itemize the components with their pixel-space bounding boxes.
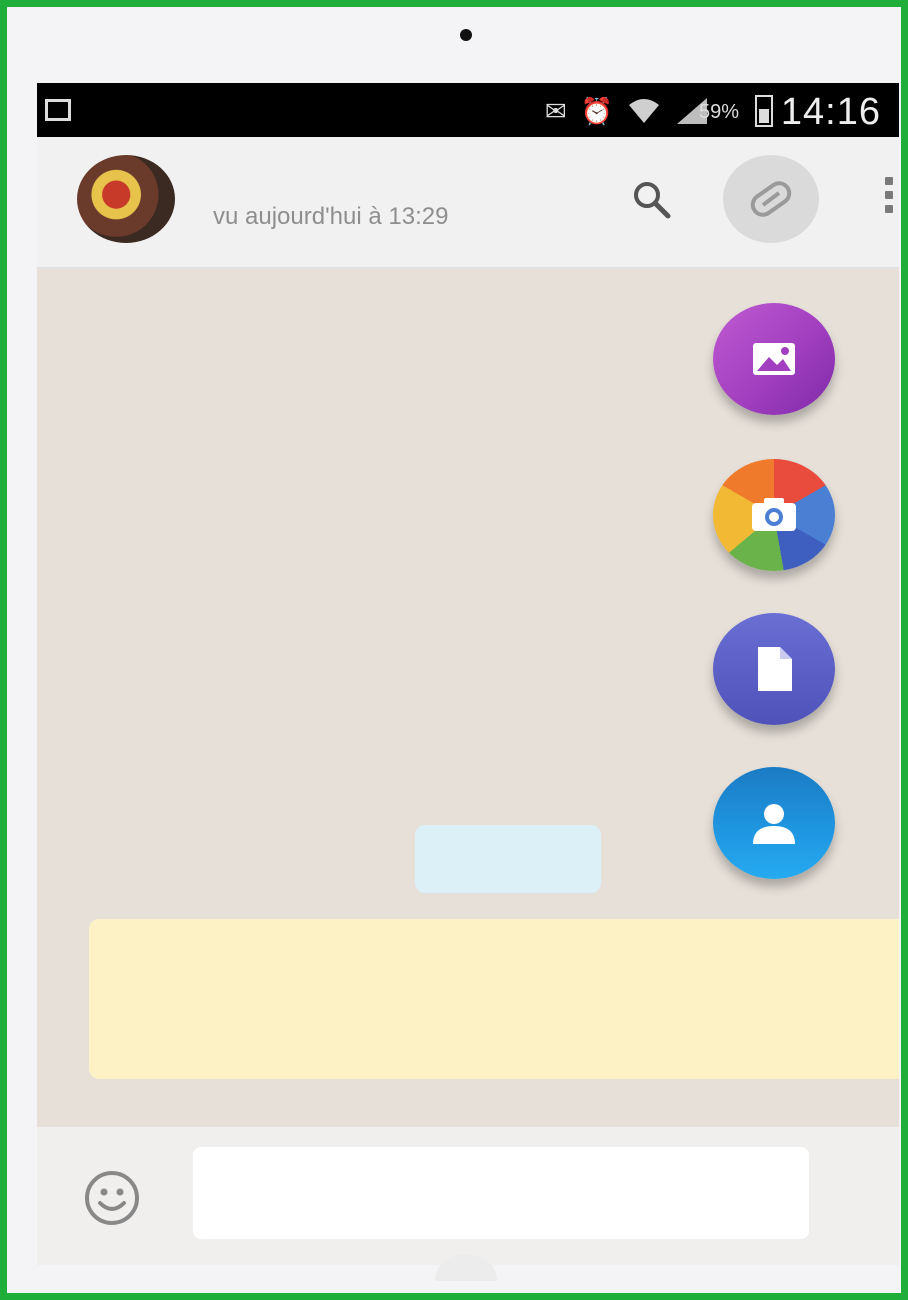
notification-icon xyxy=(45,99,71,121)
search-icon[interactable] xyxy=(631,179,671,219)
last-seen-text: vu aujourd'hui à 13:29 xyxy=(213,203,449,230)
paperclip-icon xyxy=(750,181,792,217)
more-vert-icon[interactable] xyxy=(885,177,895,225)
wifi-icon xyxy=(629,99,659,123)
attach-button[interactable] xyxy=(723,155,819,243)
camera-button[interactable] xyxy=(713,459,835,571)
device-frame: ✉ ⏰ 59% 14:16 vu aujourd'hui à 13:29 xyxy=(0,0,908,1300)
document-button[interactable] xyxy=(713,613,835,725)
alarm-icon: ⏰ xyxy=(580,95,613,126)
composer-bar xyxy=(37,1127,899,1265)
gallery-button[interactable] xyxy=(713,303,835,415)
emoji-icon[interactable] xyxy=(83,1169,141,1227)
status-bar: ✉ ⏰ 59% 14:16 xyxy=(37,83,899,137)
phone-screen: ✉ ⏰ 59% 14:16 vu aujourd'hui à 13:29 xyxy=(37,83,899,1265)
contact-button[interactable] xyxy=(713,767,835,879)
camera-icon xyxy=(752,498,796,531)
outgoing-message-bubble[interactable] xyxy=(415,825,601,893)
chat-header: vu aujourd'hui à 13:29 xyxy=(37,137,899,269)
status-icons: ✉ ⏰ xyxy=(545,95,709,127)
clock: 14:16 xyxy=(780,91,881,133)
battery-percent: 59% xyxy=(698,101,739,123)
front-camera xyxy=(460,29,472,41)
contact-icon xyxy=(753,804,795,844)
encryption-notice-bubble xyxy=(89,919,899,1079)
gallery-icon xyxy=(753,343,795,375)
message-input[interactable] xyxy=(193,1147,809,1239)
chat-area xyxy=(37,269,899,1127)
battery-icon xyxy=(755,95,773,127)
mute-icon: ✉ xyxy=(544,95,567,126)
contact-avatar[interactable] xyxy=(77,155,175,243)
document-icon xyxy=(758,647,792,691)
